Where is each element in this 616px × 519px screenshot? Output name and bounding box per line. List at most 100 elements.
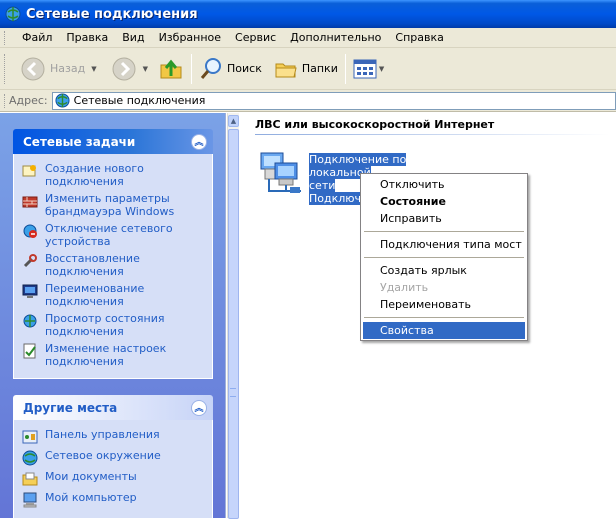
address-grip[interactable] <box>4 93 7 108</box>
title-bar[interactable]: Сетевые подключения <box>0 0 616 28</box>
menu-item-create-shortcut[interactable]: Создать ярлык <box>363 262 525 279</box>
new-connection-icon <box>22 165 36 177</box>
up-folder-icon <box>160 59 182 78</box>
place-label: Мой компьютер <box>45 491 137 504</box>
task-label: Отключение сетевого <box>45 222 173 235</box>
views-dropdown-icon[interactable]: ▼ <box>379 65 384 73</box>
settings-icon <box>23 343 36 359</box>
task-pane: Сетевые задачи ︽ Создание нового подключе… <box>0 113 226 519</box>
task-label: брандмауэра Windows <box>45 205 175 218</box>
task-label: Создание нового <box>45 162 144 175</box>
place-my-computer[interactable]: Мой компьютер <box>22 491 206 508</box>
place-control-panel[interactable]: Панель управления <box>22 428 206 445</box>
connection-name-line: Подключ <box>309 192 362 205</box>
rename-icon <box>22 284 38 298</box>
task-label: Изменить параметры <box>45 192 170 205</box>
views-button[interactable]: ▼ <box>350 52 387 86</box>
menu-separator <box>364 231 524 232</box>
my-documents-icon <box>22 472 38 486</box>
forward-button[interactable]: ▼ <box>108 52 151 86</box>
search-button[interactable]: Поиск <box>196 52 265 86</box>
task-label: устройства <box>45 235 111 248</box>
network-connections-icon <box>5 6 21 22</box>
menu-favorites[interactable]: Избранное <box>152 31 228 44</box>
menu-grip[interactable] <box>4 30 7 45</box>
control-panel-icon <box>22 430 38 444</box>
menu-item-bridge[interactable]: Подключения типа мост <box>363 236 525 253</box>
scroll-grip <box>230 388 236 397</box>
menu-item-properties[interactable]: Свойства <box>363 322 525 339</box>
back-button[interactable]: Назад ▼ <box>17 52 100 86</box>
group-divider <box>255 134 610 135</box>
folders-label: Папки <box>301 62 338 75</box>
up-folder-button[interactable] <box>155 52 187 86</box>
task-view-status[interactable]: Просмотр состояния подключения <box>22 312 206 338</box>
menu-bar: Файл Правка Вид Избранное Сервис Дополни… <box>0 28 616 48</box>
toolbar-separator <box>344 53 346 84</box>
scroll-up-icon[interactable]: ▲ <box>228 115 239 127</box>
address-bar: Адрес: Сетевые подключения <box>0 90 616 112</box>
address-field[interactable]: Сетевые подключения <box>51 91 616 110</box>
other-places-title: Другие места <box>23 400 118 415</box>
toolbar: Назад ▼ ▼ Поиск Папки ▼ <box>0 48 616 90</box>
menu-item-rename[interactable]: Переименовать <box>363 296 525 313</box>
scroll-thumb[interactable] <box>228 129 239 519</box>
other-places-box: Другие места ︽ Панель управления Сетевое… <box>13 395 213 519</box>
collapse-icon[interactable]: ︽ <box>191 133 207 150</box>
task-label: подключения <box>45 325 124 338</box>
network-tasks-list: Создание нового подключения Изменить пара… <box>13 154 213 379</box>
menu-item-repair[interactable]: Исправить <box>363 210 525 227</box>
lan-connection-item[interactable]: Подключение по локальной сети Подключ <box>257 149 407 205</box>
task-pane-scrollbar[interactable]: ▲ <box>227 113 239 519</box>
toolbar-grip[interactable] <box>4 53 7 84</box>
place-label: Панель управления <box>45 428 160 441</box>
folders-button[interactable]: Папки <box>271 52 341 86</box>
task-disable-device[interactable]: Отключение сетевого устройства <box>22 222 206 248</box>
other-places-list: Панель управления Сетевое окружение Мои … <box>13 420 213 519</box>
search-icon <box>200 57 221 79</box>
network-places-icon <box>22 450 38 466</box>
task-rename[interactable]: Переименование подключения <box>22 282 206 308</box>
task-firewall[interactable]: Изменить параметры брандмауэра Windows <box>22 192 206 218</box>
place-my-documents[interactable]: Мои документы <box>22 470 206 487</box>
lan-connection-icon <box>260 152 301 193</box>
menu-separator <box>364 257 524 258</box>
repair-icon <box>23 254 37 268</box>
my-computer-icon <box>23 492 37 508</box>
views-icon <box>353 59 377 78</box>
place-label: Мои документы <box>45 470 137 483</box>
task-label: Просмотр состояния <box>45 312 165 325</box>
menu-advanced[interactable]: Дополнительно <box>283 31 388 44</box>
disable-device-icon <box>23 224 37 238</box>
firewall-icon <box>22 196 38 208</box>
menu-view[interactable]: Вид <box>115 31 151 44</box>
back-arrow-icon <box>21 57 45 80</box>
back-dropdown-icon[interactable]: ▼ <box>91 65 96 73</box>
task-label: подключения <box>45 355 124 368</box>
window-title: Сетевые подключения <box>26 6 198 22</box>
address-label: Адрес: <box>9 94 48 107</box>
task-label: подключения <box>45 295 124 308</box>
menu-edit[interactable]: Правка <box>59 31 115 44</box>
task-label: Восстановление <box>45 252 140 265</box>
task-new-connection[interactable]: Создание нового подключения <box>22 162 206 188</box>
context-menu: Отключить Состояние Исправить Подключени… <box>360 173 528 341</box>
task-repair[interactable]: Восстановление подключения <box>22 252 206 278</box>
back-label: Назад <box>50 62 86 75</box>
place-network-places[interactable]: Сетевое окружение <box>22 449 206 466</box>
menu-item-disconnect[interactable]: Отключить <box>363 176 525 193</box>
forward-dropdown-icon[interactable]: ▼ <box>143 65 148 73</box>
network-tasks-header[interactable]: Сетевые задачи ︽ <box>13 129 213 154</box>
task-label: Изменение настроек <box>45 342 167 355</box>
network-tasks-title: Сетевые задачи <box>23 134 136 149</box>
menu-tools[interactable]: Сервис <box>228 31 283 44</box>
menu-item-status[interactable]: Состояние <box>363 193 525 210</box>
menu-file[interactable]: Файл <box>15 31 59 44</box>
collapse-icon[interactable]: ︽ <box>191 399 207 416</box>
place-label: Сетевое окружение <box>45 449 161 462</box>
other-places-header[interactable]: Другие места ︽ <box>13 395 213 420</box>
network-connections-icon <box>55 93 70 108</box>
task-change-settings[interactable]: Изменение настроек подключения <box>22 342 206 368</box>
toolbar-separator <box>191 53 192 84</box>
menu-help[interactable]: Справка <box>388 31 450 44</box>
